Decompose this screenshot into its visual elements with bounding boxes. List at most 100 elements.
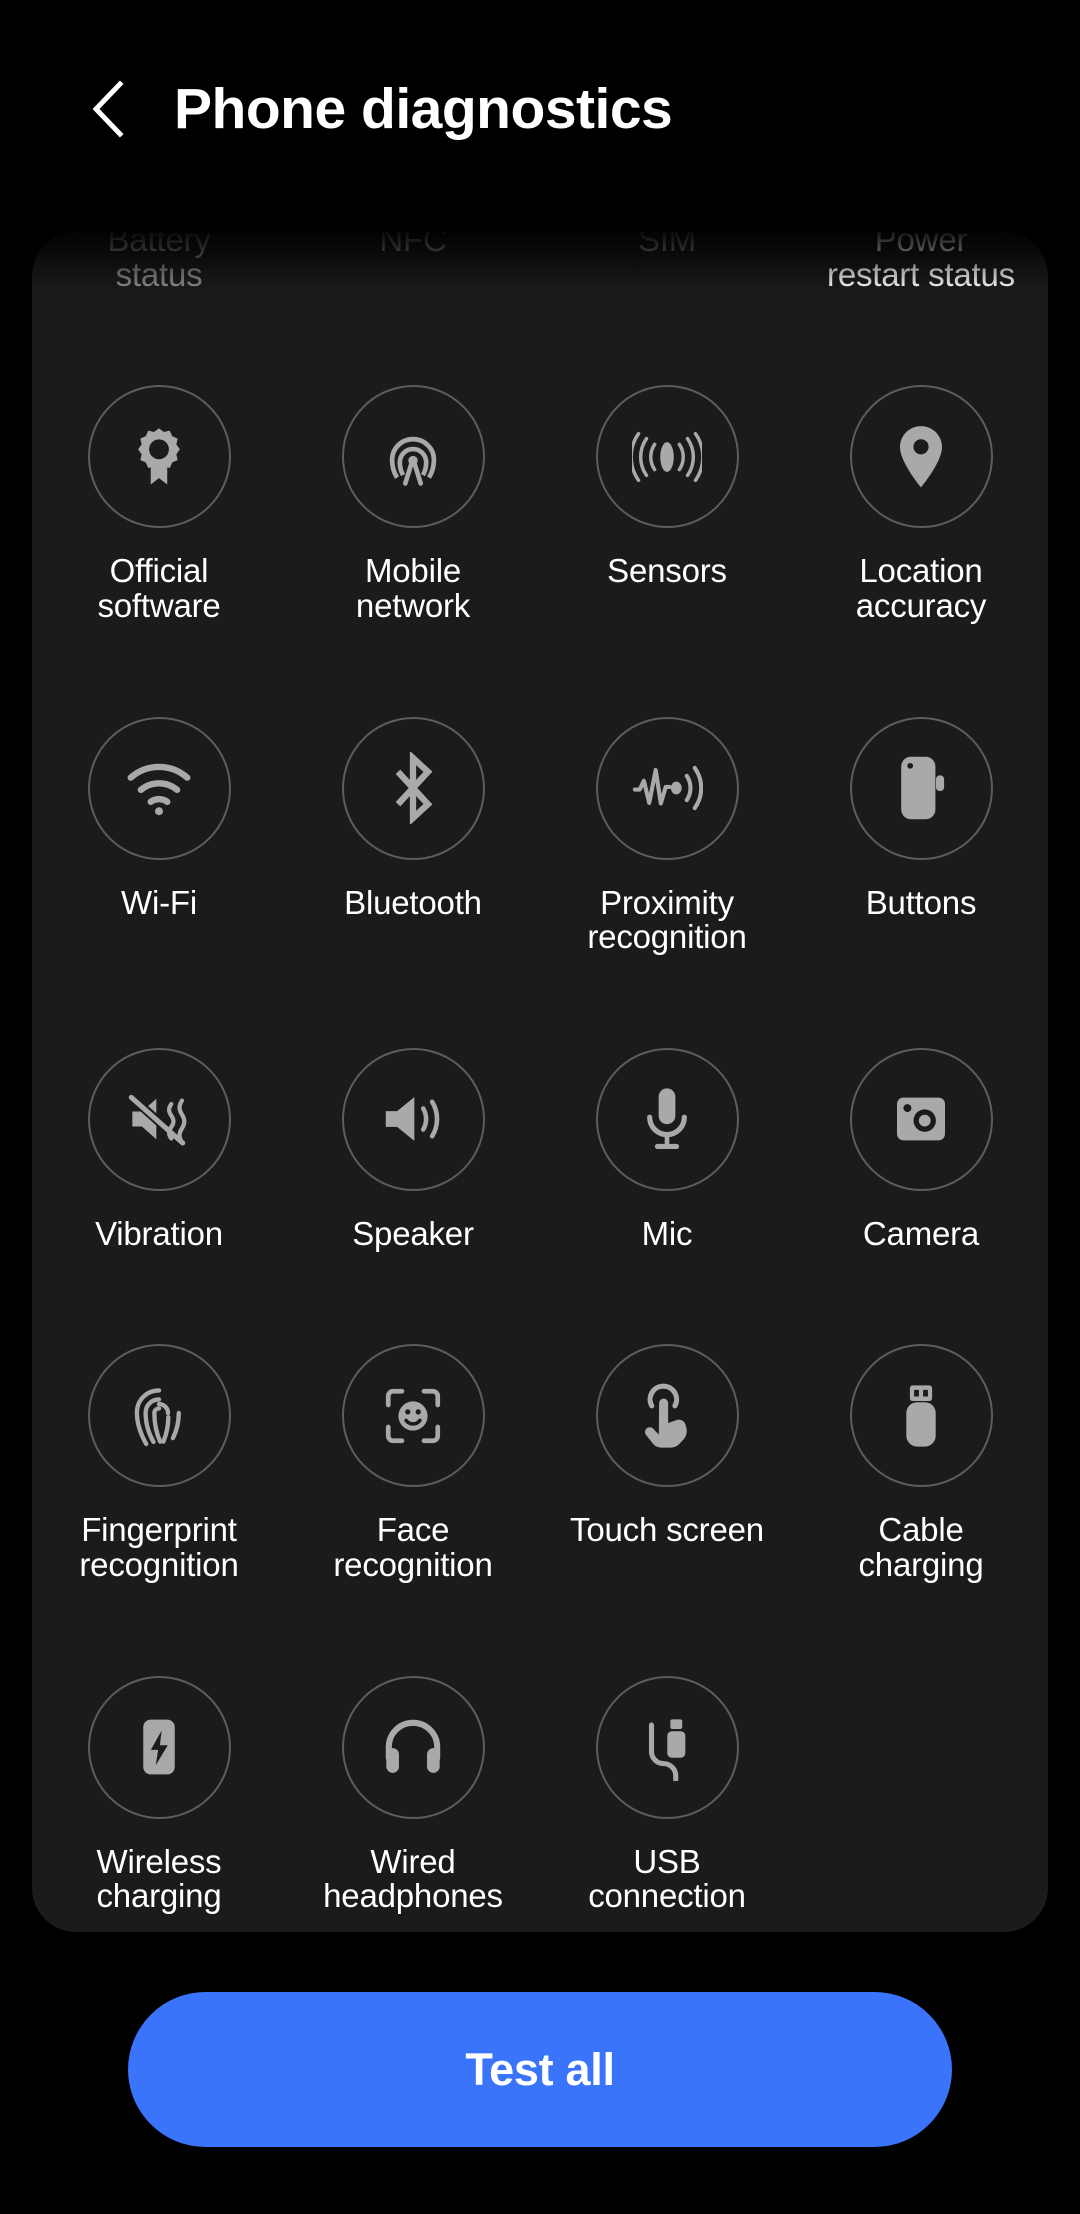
face-recognition-icon-circle[interactable] bbox=[341, 1344, 485, 1488]
grid-item-label: Face recognition bbox=[333, 1511, 493, 1584]
side-button-icon-circle[interactable] bbox=[849, 716, 993, 860]
grid-item-label: Sensors bbox=[607, 552, 727, 590]
app-header: Phone diagnostics bbox=[0, 0, 1080, 218]
fingerprint-icon-circle[interactable] bbox=[87, 1344, 231, 1488]
grid-item-wifi[interactable]: Wi-Fi bbox=[32, 711, 286, 955]
grid-item-wired-headphones[interactable]: Wired headphones bbox=[286, 1670, 540, 1914]
proximity-waveform-icon-circle[interactable] bbox=[595, 716, 739, 860]
usb-cable-icon bbox=[636, 1713, 698, 1782]
grid-item-label: Official software bbox=[97, 552, 221, 624]
grid-item-label: Bluetooth bbox=[344, 883, 482, 921]
grid-item-mic[interactable]: Mic bbox=[540, 1042, 794, 1252]
grid-item-face-recognition[interactable]: Face recognition bbox=[286, 1338, 540, 1582]
grid-item-label: Wi-Fi bbox=[121, 883, 197, 921]
face-recognition-icon bbox=[380, 1383, 446, 1449]
grid-item-label: Wired headphones bbox=[323, 1842, 503, 1915]
diagnostics-grid-card[interactable]: Battery status NFC SIM Power restart sta… bbox=[32, 232, 1048, 1932]
grid-item-label: Vibration bbox=[95, 1214, 223, 1252]
grid-item-label: Speaker bbox=[352, 1214, 474, 1252]
grid-item-vibration[interactable]: Vibration bbox=[32, 1042, 286, 1252]
badge-ribbon-icon-circle[interactable] bbox=[87, 385, 231, 529]
row-spacer bbox=[32, 292, 1048, 379]
usb-plug-icon-circle[interactable] bbox=[849, 1344, 993, 1488]
grid-row-5: Wireless charging Wired headphones USB c… bbox=[32, 1670, 1048, 1914]
grid-item-official-software[interactable]: Official software bbox=[32, 379, 286, 623]
grid-item-proximity-recognition[interactable]: Proximity recognition bbox=[540, 711, 794, 955]
bluetooth-icon bbox=[387, 752, 439, 825]
sensors-icon-circle[interactable] bbox=[595, 385, 739, 529]
grid-item-label: Power restart status bbox=[827, 232, 1015, 293]
usb-cable-icon-circle[interactable] bbox=[595, 1675, 739, 1819]
row-spacer-bottom bbox=[32, 1914, 1048, 1932]
grid-row-partial: Battery status NFC SIM Power restart sta… bbox=[32, 232, 1048, 292]
wifi-icon bbox=[124, 760, 194, 816]
grid-item-mobile-network[interactable]: Mobile network bbox=[286, 379, 540, 623]
camera-icon-circle[interactable] bbox=[849, 1047, 993, 1191]
grid-item-label: Mic bbox=[641, 1214, 693, 1252]
side-button-icon bbox=[893, 752, 949, 824]
grid-item-cable-charging[interactable]: Cable charging bbox=[794, 1338, 1048, 1582]
grid-item-empty bbox=[794, 1670, 1048, 1914]
grid-item-label: Buttons bbox=[865, 883, 977, 921]
grid-row-1: Official software Mobile network Sensors… bbox=[32, 379, 1048, 623]
row-spacer bbox=[32, 955, 1048, 1042]
microphone-icon-circle[interactable] bbox=[595, 1047, 739, 1191]
grid-item-wireless-charging[interactable]: Wireless charging bbox=[32, 1670, 286, 1914]
grid-item-usb-connection[interactable]: USB connection bbox=[540, 1670, 794, 1914]
grid-item-location-accuracy[interactable]: Location accuracy bbox=[794, 379, 1048, 623]
headphones-icon bbox=[380, 1714, 446, 1780]
antenna-tower-icon-circle[interactable] bbox=[341, 385, 485, 529]
grid-item-label: Cable charging bbox=[858, 1511, 984, 1584]
badge-ribbon-icon bbox=[126, 424, 192, 490]
grid-item-label: Battery status bbox=[107, 232, 211, 293]
grid-item-label: SIM bbox=[637, 232, 697, 258]
bluetooth-icon-circle[interactable] bbox=[341, 716, 485, 860]
wifi-icon-circle[interactable] bbox=[87, 716, 231, 860]
grid-item-label: Camera bbox=[862, 1214, 980, 1252]
grid-item-bluetooth[interactable]: Bluetooth bbox=[286, 711, 540, 955]
usb-plug-icon bbox=[896, 1380, 946, 1452]
test-all-button[interactable]: Test all bbox=[128, 1992, 952, 2147]
chevron-left-icon bbox=[86, 78, 132, 140]
headphones-icon-circle[interactable] bbox=[341, 1675, 485, 1819]
row-spacer bbox=[32, 624, 1048, 711]
microphone-icon bbox=[641, 1083, 693, 1155]
touch-hand-icon bbox=[636, 1382, 698, 1450]
vibration-mute-icon-circle[interactable] bbox=[87, 1047, 231, 1191]
touch-hand-icon-circle[interactable] bbox=[595, 1344, 739, 1488]
grid-item-buttons[interactable]: Buttons bbox=[794, 711, 1048, 955]
grid-item-label: Location accuracy bbox=[855, 552, 987, 624]
fingerprint-icon bbox=[127, 1380, 191, 1452]
antenna-tower-icon bbox=[380, 424, 446, 490]
speaker-icon-circle[interactable] bbox=[341, 1047, 485, 1191]
back-button[interactable] bbox=[78, 78, 140, 140]
page-title: Phone diagnostics bbox=[174, 76, 673, 141]
grid-item-battery-status[interactable]: Battery status bbox=[32, 232, 286, 292]
grid-item-label: NFC bbox=[379, 232, 447, 258]
grid-row-3: Vibration Speaker Mic Camera bbox=[32, 1042, 1048, 1252]
grid-item-nfc[interactable]: NFC bbox=[286, 232, 540, 292]
grid-item-label: USB connection bbox=[588, 1842, 746, 1915]
grid-item-touch-screen[interactable]: Touch screen bbox=[540, 1338, 794, 1582]
grid-item-power-restart-status[interactable]: Power restart status bbox=[794, 232, 1048, 292]
row-spacer bbox=[32, 1583, 1048, 1670]
location-pin-icon-circle[interactable] bbox=[849, 385, 993, 529]
vibration-mute-icon bbox=[124, 1087, 194, 1151]
grid-item-label: Touch screen bbox=[570, 1511, 764, 1549]
grid-item-fingerprint-recognition[interactable]: Fingerprint recognition bbox=[32, 1338, 286, 1582]
grid-item-label: Fingerprint recognition bbox=[79, 1511, 239, 1584]
grid-item-camera[interactable]: Camera bbox=[794, 1042, 1048, 1252]
grid-item-label: Wireless charging bbox=[96, 1842, 222, 1915]
wireless-charging-icon-circle[interactable] bbox=[87, 1675, 231, 1819]
grid-row-4: Fingerprint recognition Face recognition… bbox=[32, 1338, 1048, 1582]
proximity-waveform-icon bbox=[631, 759, 703, 817]
grid-item-speaker[interactable]: Speaker bbox=[286, 1042, 540, 1252]
grid-item-label: Proximity recognition bbox=[587, 883, 747, 956]
speaker-icon bbox=[379, 1088, 447, 1150]
grid-row-2: Wi-Fi Bluetooth Proximity recognition Bu… bbox=[32, 711, 1048, 955]
grid-item-label: Mobile network bbox=[355, 552, 471, 624]
grid-item-sensors[interactable]: Sensors bbox=[540, 379, 794, 623]
grid-item-sim[interactable]: SIM bbox=[540, 232, 794, 292]
diagnostics-grid-scroll[interactable]: Battery status NFC SIM Power restart sta… bbox=[32, 232, 1048, 1932]
wireless-charging-icon bbox=[134, 1712, 184, 1782]
